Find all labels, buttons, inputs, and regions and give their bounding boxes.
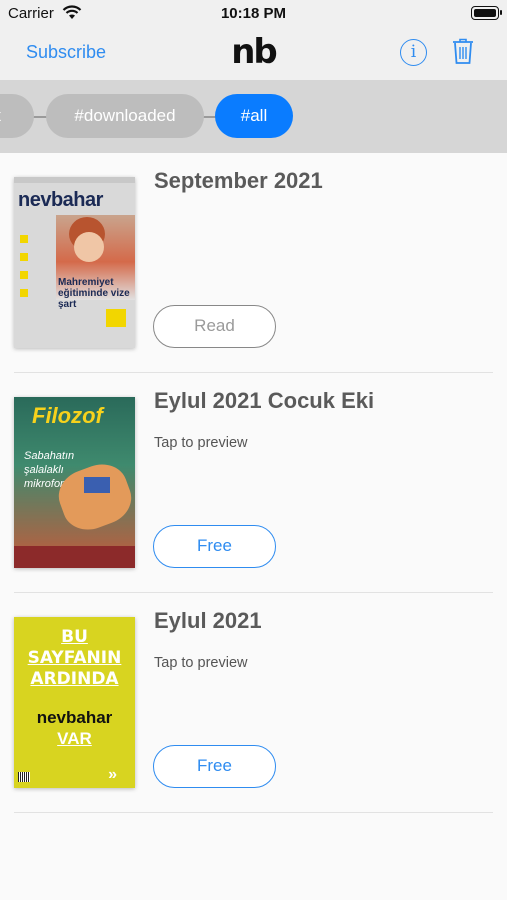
issue-title: Eylul 2021: [154, 608, 262, 633]
cover-masthead: Filozof: [32, 403, 103, 428]
cover-line: SAYFANIN: [27, 648, 122, 668]
divider: [14, 812, 493, 813]
issue-subtitle: Tap to preview: [154, 655, 248, 671]
issue-title: Eylul 2021 Cocuk Eki: [154, 388, 375, 413]
free-button[interactable]: Free: [153, 525, 276, 568]
cover-masthead: nevbahar: [18, 189, 103, 211]
cover-brand: nevbahar: [36, 708, 113, 727]
cover-thumbnail[interactable]: BU SAYFANIN ARDINDA nevbahar VAR »: [14, 617, 135, 788]
info-icon[interactable]: i: [400, 39, 427, 66]
status-bar: Carrier 10:18 PM: [0, 0, 507, 28]
clock: 10:18 PM: [220, 5, 287, 22]
issue-title: September 2021: [154, 168, 323, 193]
trash-icon[interactable]: [452, 38, 474, 70]
list-item[interactable]: Filozof Sabahatın şalalaklı mikrofonu Ey…: [0, 373, 507, 593]
chevron-right-icon: »: [108, 766, 117, 783]
cover-line: BU: [61, 627, 88, 647]
cover-line: VAR: [57, 729, 92, 748]
cover-thumbnail[interactable]: nevbahar Mahremiyet eğitiminde vize şart: [14, 177, 135, 348]
free-button[interactable]: Free: [153, 745, 276, 788]
app-logo: nb: [231, 32, 278, 72]
cover-thumbnail[interactable]: Filozof Sabahatın şalalaklı mikrofonu: [14, 397, 135, 568]
read-button[interactable]: Read: [153, 305, 276, 348]
navigation-bar: Subscribe nb i: [0, 28, 507, 80]
cover-line: ARDINDA: [30, 669, 119, 689]
list-item[interactable]: BU SAYFANIN ARDINDA nevbahar VAR » Eylul…: [0, 593, 507, 813]
filter-chip-all[interactable]: #all: [215, 94, 293, 138]
barcode: [18, 772, 30, 782]
filter-bar: x #downloaded #all: [0, 80, 507, 153]
issue-subtitle: Tap to preview: [154, 435, 248, 451]
cover-headline: Mahremiyet eğitiminde vize şart: [58, 277, 130, 310]
filter-chip-partial[interactable]: x: [0, 94, 34, 138]
list-item[interactable]: nevbahar Mahremiyet eğitiminde vize şart…: [0, 153, 507, 373]
battery-icon: [471, 6, 502, 20]
filter-chip-downloaded[interactable]: #downloaded: [46, 94, 204, 138]
